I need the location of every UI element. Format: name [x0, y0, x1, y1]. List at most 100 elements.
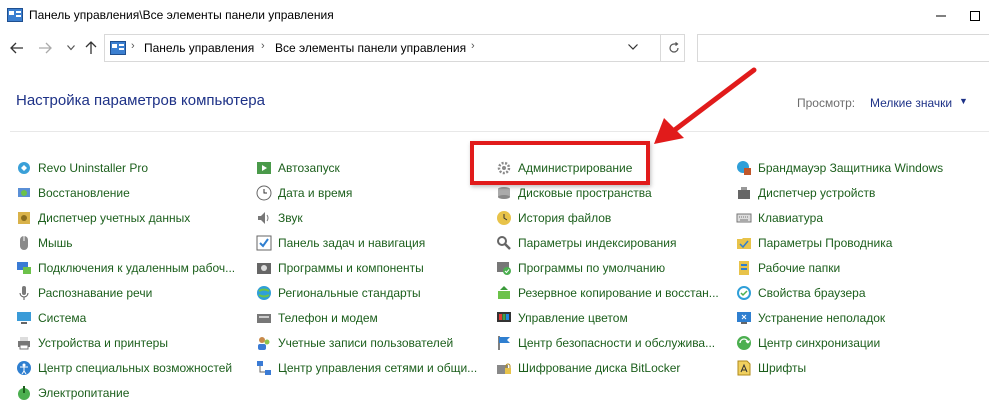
forward-button[interactable]: [36, 39, 54, 57]
cp-item-backup-restore[interactable]: Резервное копирование и восстан...: [496, 283, 719, 303]
red-arrow-icon: [654, 67, 757, 144]
devices-printers-icon: [18, 337, 30, 350]
sync-center-icon: [737, 336, 751, 350]
cp-item-troubleshooting[interactable]: Устранение неполадок: [736, 308, 885, 328]
color-management-icon: [497, 312, 511, 322]
breadcrumb-control-panel[interactable]: Панель управления: [144, 41, 254, 55]
cp-item-fonts[interactable]: Шрифты: [736, 358, 806, 378]
mouse-icon: [20, 236, 28, 250]
cp-item-security-maintenance[interactable]: Центр безопасности и обслужива...: [496, 333, 715, 353]
maximize-button[interactable]: [961, 0, 989, 31]
region-icon: [257, 286, 271, 300]
backup-restore-icon: [498, 286, 510, 299]
search-input[interactable]: [697, 34, 989, 62]
cp-item-date-time[interactable]: Дата и время: [256, 183, 352, 203]
power-options-icon: [18, 386, 30, 400]
cp-item-system[interactable]: Система: [16, 308, 86, 328]
cp-item-revo-uninstaller[interactable]: Revo Uninstaller Pro: [16, 158, 148, 178]
breadcrumb-all-items[interactable]: Все элементы панели управления: [275, 41, 466, 55]
cp-item-ease-of-access[interactable]: Центр специальных возможностей: [16, 358, 232, 378]
address-dropdown-button[interactable]: [628, 41, 638, 53]
cp-item-bitlocker[interactable]: Шифрование диска BitLocker: [496, 358, 680, 378]
breadcrumb-separator-icon[interactable]: ›: [131, 40, 135, 52]
cp-item-device-manager[interactable]: Диспетчер устройств: [736, 183, 875, 203]
cp-item-taskbar[interactable]: Панель задач и навигация: [256, 233, 425, 253]
troubleshooting-icon: [737, 312, 751, 324]
cp-item-firewall[interactable]: Брандмауэр Защитника Windows: [736, 158, 943, 178]
cp-item-credential-manager[interactable]: Диспетчер учетных данных: [16, 208, 190, 228]
cp-item-network-center[interactable]: Центр управления сетями и общи...: [256, 358, 477, 378]
cp-item-explorer-options[interactable]: Параметры Проводника: [736, 233, 892, 253]
refresh-icon: [668, 42, 679, 53]
security-maintenance-icon: [498, 336, 510, 350]
chevron-down-icon: [67, 45, 75, 51]
window-title: Панель управления\Все элементы панели уп…: [29, 8, 334, 22]
refresh-button[interactable]: [660, 35, 686, 61]
cp-item-work-folders[interactable]: Рабочие папки: [736, 258, 840, 278]
credential-manager-icon: [18, 212, 30, 224]
cp-item-phone-modem[interactable]: Телефон и модем: [256, 308, 378, 328]
address-bar[interactable]: › Панель управления › Все элементы панел…: [104, 34, 685, 62]
explorer-options-icon: [737, 238, 751, 249]
bitlocker-icon: [497, 363, 511, 374]
cp-item-region[interactable]: Региональные стандарты: [256, 283, 421, 303]
view-label: Просмотр:: [797, 96, 856, 110]
cp-item-file-history[interactable]: История файлов: [496, 208, 611, 228]
recent-locations-button[interactable]: [62, 39, 80, 57]
arrow-up-icon: [85, 41, 97, 54]
cp-item-internet-options[interactable]: Свойства браузера: [736, 283, 866, 303]
breadcrumb-separator-icon[interactable]: ›: [261, 40, 265, 52]
view-mode-dropdown[interactable]: Мелкие значки: [870, 96, 952, 110]
cp-item-programs-features[interactable]: Программы и компоненты: [256, 258, 424, 278]
cp-item-indexing-options[interactable]: Параметры индексирования: [496, 233, 676, 253]
control-panel-icon: [7, 8, 23, 22]
revo-uninstaller-icon: [18, 162, 30, 174]
header-divider: [10, 131, 989, 132]
file-history-icon: [497, 211, 511, 225]
firewall-icon: [737, 161, 751, 175]
device-manager-icon: [738, 187, 750, 199]
cp-item-recovery[interactable]: Восстановление: [16, 183, 130, 203]
remote-desktop-icon: [17, 262, 31, 274]
maximize-icon: [970, 10, 980, 21]
page-title: Настройка параметров компьютера: [16, 92, 265, 109]
cp-item-autoplay[interactable]: Автозапуск: [256, 158, 340, 178]
cp-item-mouse[interactable]: Мышь: [16, 233, 73, 253]
ease-of-access-icon: [17, 361, 31, 375]
arrow-right-icon: [39, 42, 52, 54]
phone-modem-icon: [257, 314, 271, 323]
indexing-options-icon: [497, 236, 511, 250]
network-center-icon: [257, 361, 271, 375]
chevron-down-icon: [628, 44, 638, 50]
programs-features-icon: [257, 263, 271, 274]
internet-options-icon: [737, 286, 751, 300]
cp-item-sync-center[interactable]: Центр синхронизации: [736, 333, 880, 353]
user-accounts-icon: [258, 337, 270, 350]
minimize-icon: [936, 15, 946, 16]
cp-item-storage-spaces[interactable]: Дисковые пространства: [496, 183, 652, 203]
cp-item-devices-printers[interactable]: Устройства и принтеры: [16, 333, 168, 353]
up-button[interactable]: [82, 39, 100, 57]
system-icon: [17, 312, 31, 324]
chevron-down-icon[interactable]: ▼: [959, 96, 968, 106]
cp-item-power-options[interactable]: Электропитание: [16, 383, 129, 403]
cp-item-color-management[interactable]: Управление цветом: [496, 308, 628, 328]
cp-item-keyboard[interactable]: Клавиатура: [736, 208, 823, 228]
sound-icon: [258, 212, 269, 224]
microphone-icon: [19, 286, 29, 300]
cp-item-remote-connections[interactable]: Подключения к удаленным рабоч...: [16, 258, 235, 278]
storage-spaces-icon: [498, 187, 510, 199]
cp-item-user-accounts[interactable]: Учетные записи пользователей: [256, 333, 453, 353]
cp-item-default-programs[interactable]: Программы по умолчанию: [496, 258, 665, 278]
default-programs-icon: [497, 262, 511, 275]
breadcrumb-separator-icon[interactable]: ›: [471, 40, 475, 52]
back-button[interactable]: [8, 39, 26, 57]
cp-item-sound[interactable]: Звук: [256, 208, 303, 228]
minimize-button[interactable]: [921, 0, 961, 31]
arrow-left-icon: [10, 42, 23, 54]
cp-item-speech-recognition[interactable]: Распознавание речи: [16, 283, 152, 303]
highlight-box: [470, 141, 650, 185]
recovery-icon: [18, 188, 30, 197]
title-bar: Панель управления\Все элементы панели уп…: [0, 0, 989, 31]
date-time-icon: [256, 185, 272, 201]
